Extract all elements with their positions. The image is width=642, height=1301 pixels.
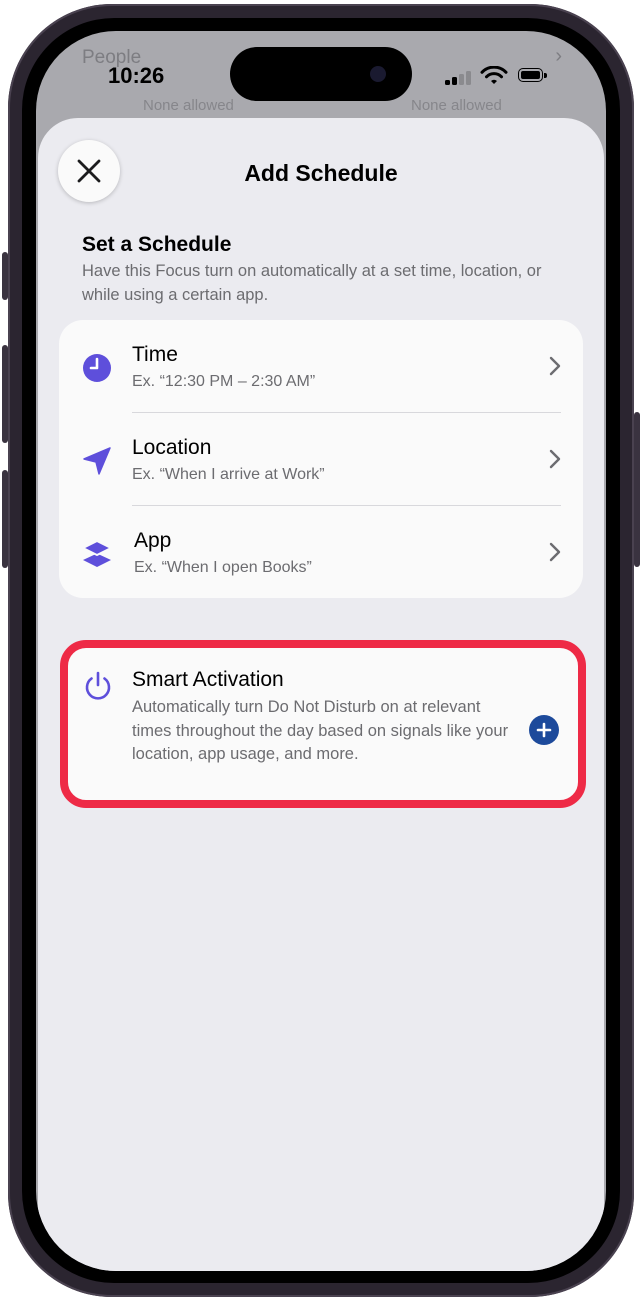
chevron-right-icon: › [555, 45, 562, 67]
section-heading: Set a Schedule [82, 233, 232, 256]
cellular-signal-icon [445, 69, 473, 85]
app-option-label: App [134, 529, 172, 552]
plus-icon [536, 722, 552, 738]
power-icon [85, 671, 111, 700]
none-allowed-right: None allowed [411, 97, 502, 114]
sheet-title: Add Schedule [244, 160, 398, 186]
wifi-icon [480, 66, 508, 84]
chevron-right-icon [549, 449, 561, 469]
power-side-button [634, 412, 640, 567]
screen: People › None allowed None allowed 10:26… [36, 31, 606, 1271]
battery-icon [518, 68, 548, 84]
chevron-right-icon [549, 542, 561, 562]
none-allowed-left: None allowed [143, 97, 234, 114]
smart-activation-description: Automatically turn Do Not Disturb on at … [132, 698, 509, 763]
chevron-right-icon [549, 356, 561, 376]
add-smart-activation-button[interactable] [529, 715, 559, 745]
add-schedule-sheet: Add Schedule Set a Schedule Have this Fo… [38, 118, 604, 1271]
time-option-label: Time [132, 343, 178, 366]
location-arrow-icon [83, 447, 111, 475]
time-option-row[interactable]: Time Ex. “12:30 PM – 2:30 AM” [59, 320, 583, 413]
app-option-row[interactable]: App Ex. “When I open Books” [59, 506, 583, 599]
location-option-example: Ex. “When I arrive at Work” [132, 466, 325, 483]
schedule-options-card: Time Ex. “12:30 PM – 2:30 AM” Location E… [59, 320, 583, 598]
location-option-label: Location [132, 436, 212, 459]
volume-down-button [2, 470, 8, 568]
volume-up-button [2, 345, 8, 443]
smart-activation-title: Smart Activation [132, 668, 284, 691]
section-description: Have this Focus turn on automatically at… [82, 262, 542, 304]
status-time: 10:26 [108, 63, 165, 88]
dynamic-island [230, 47, 412, 101]
app-option-example: Ex. “When I open Books” [134, 559, 312, 576]
action-button [2, 252, 8, 300]
clock-icon [83, 354, 111, 382]
camera-icon [370, 66, 386, 82]
location-option-row[interactable]: Location Ex. “When I arrive at Work” [59, 413, 583, 506]
app-stack-icon [82, 540, 112, 567]
time-option-example: Ex. “12:30 PM – 2:30 AM” [132, 373, 316, 390]
